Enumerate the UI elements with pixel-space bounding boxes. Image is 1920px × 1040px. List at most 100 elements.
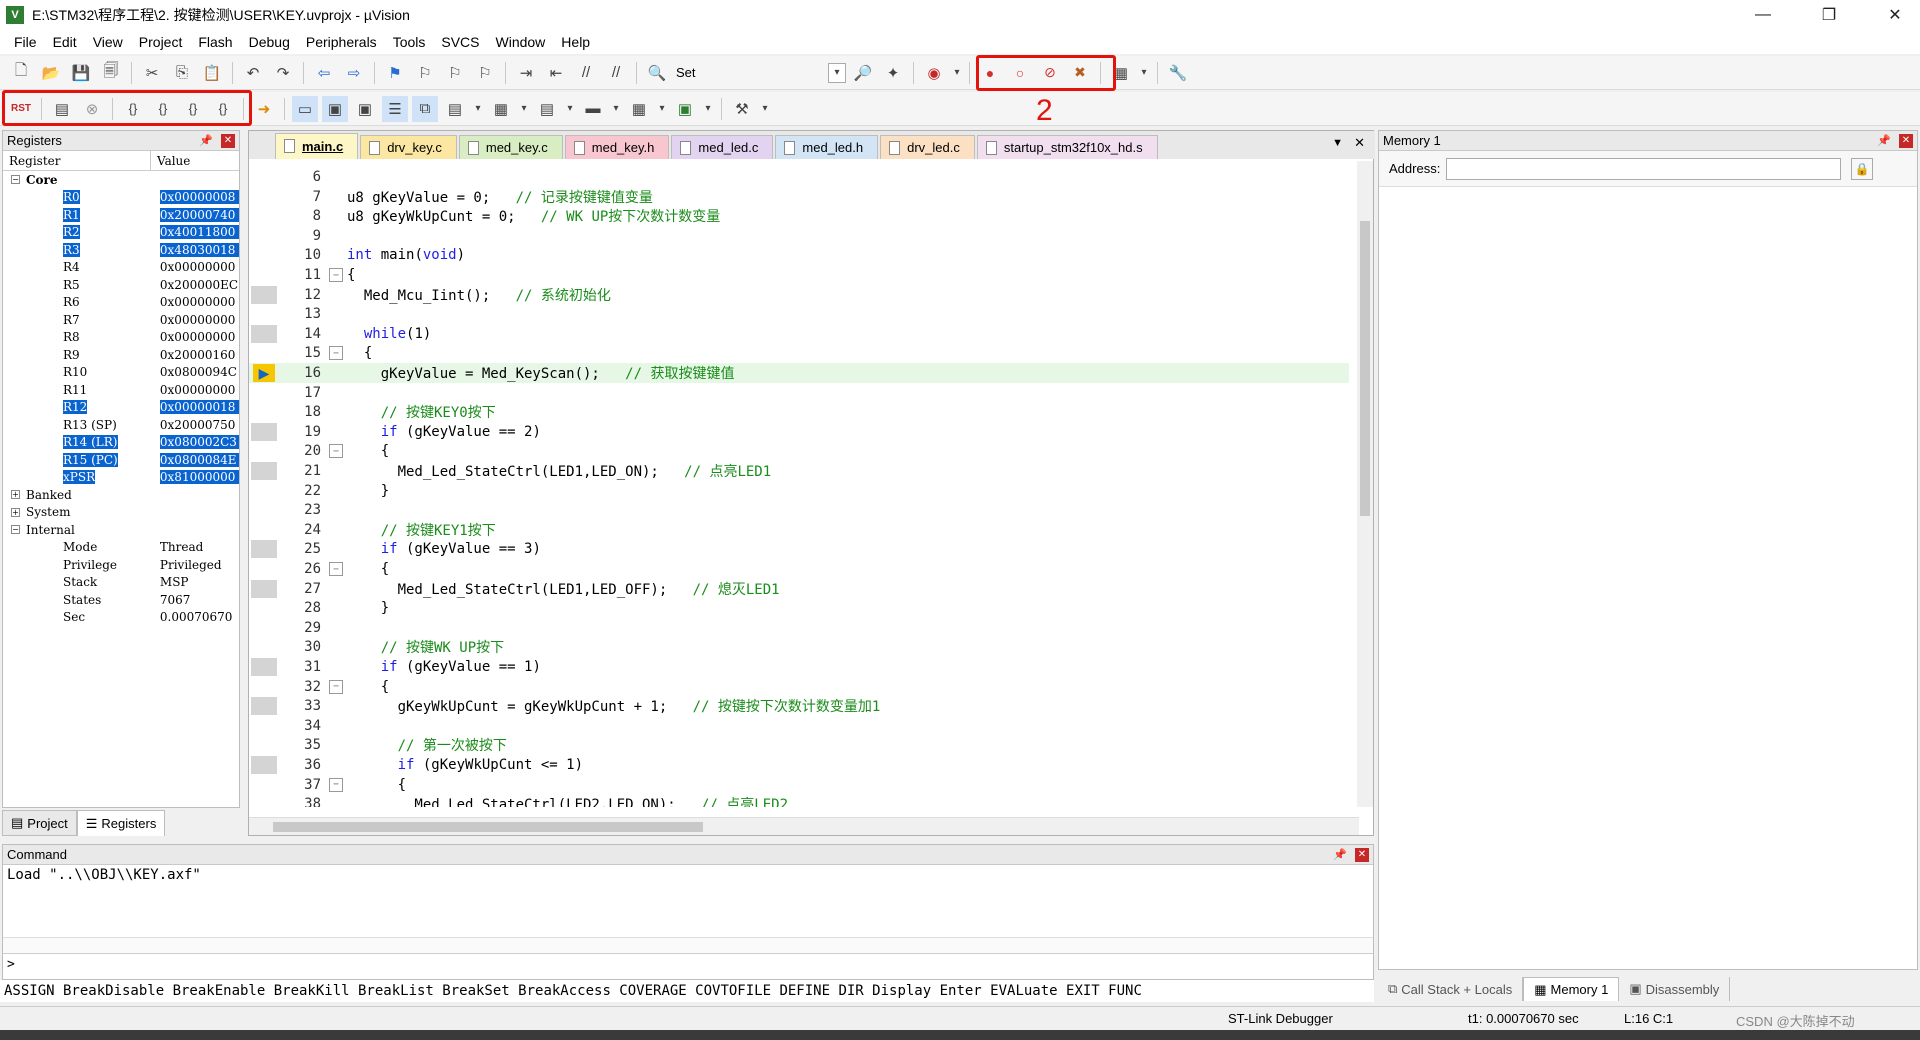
disassembly-window-icon[interactable]: ▣: [322, 95, 348, 122]
indent-icon[interactable]: ⇥: [513, 60, 539, 86]
lock-icon[interactable]: 🔒: [1851, 157, 1874, 180]
dropdown-arrow-icon[interactable]: ▾: [564, 96, 576, 122]
menu-debug[interactable]: Debug: [241, 34, 298, 50]
register-row[interactable]: R1 0x20000740: [3, 206, 239, 224]
code-line[interactable]: 26− {: [249, 559, 1349, 579]
register-row[interactable]: R11 0x00000000: [3, 381, 239, 399]
register-value[interactable]: 0x0800094C: [160, 365, 239, 379]
register-row[interactable]: R12 0x00000018: [3, 399, 239, 417]
internal-row[interactable]: Sec 0.00070670: [3, 609, 239, 627]
internal-row[interactable]: Stack MSP: [3, 574, 239, 592]
code-line[interactable]: 6: [249, 167, 1349, 187]
dropdown-arrow-icon[interactable]: ▾: [518, 96, 530, 122]
close-icon[interactable]: ✕: [1355, 847, 1369, 862]
register-value[interactable]: 0x20000740: [159, 207, 239, 222]
close-button[interactable]: ✕: [1872, 0, 1918, 30]
file-tab[interactable]: med_key.h: [564, 135, 670, 159]
pin-icon[interactable]: 📌: [1877, 134, 1891, 147]
memory-window-icon[interactable]: ▦: [488, 96, 514, 122]
dropdown-arrow-icon[interactable]: ▾: [610, 96, 622, 122]
register-value[interactable]: 0x48030018: [159, 242, 239, 257]
code-line[interactable]: 22 }: [249, 481, 1349, 501]
register-value[interactable]: 0x00000000: [160, 260, 239, 274]
close-icon[interactable]: ✕: [1899, 133, 1913, 148]
code-line[interactable]: 28 }: [249, 598, 1349, 618]
register-row[interactable]: R6 0x00000000: [3, 294, 239, 312]
fold-collapse-icon[interactable]: −: [329, 444, 343, 459]
collapse-icon[interactable]: −: [11, 175, 20, 185]
file-tab[interactable]: main.c: [275, 133, 359, 159]
find-icon[interactable]: 🔎: [850, 60, 876, 86]
code-line[interactable]: 38 Med_Led_StateCtrl(LED2,LED_ON); // 点亮…: [249, 794, 1349, 807]
menu-edit[interactable]: Edit: [45, 34, 85, 50]
register-value[interactable]: 0x00000008: [159, 190, 239, 205]
register-row[interactable]: R3 0x48030018: [3, 241, 239, 259]
maximize-button[interactable]: ❐: [1806, 0, 1852, 30]
tab-memory[interactable]: ▦ Memory 1: [1523, 977, 1620, 1001]
tab-call-stack[interactable]: ⧉ Call Stack + Locals: [1378, 977, 1524, 1001]
horizontal-scrollbar[interactable]: [249, 817, 1359, 835]
file-tab[interactable]: med_key.c: [458, 135, 563, 159]
file-tab[interactable]: drv_led.c: [880, 135, 975, 159]
save-icon[interactable]: 💾: [68, 60, 94, 86]
register-value[interactable]: 0x080002C3: [159, 435, 239, 450]
dropdown-arrow-icon[interactable]: ▾: [472, 96, 484, 122]
register-value[interactable]: 0x40011800: [159, 225, 239, 240]
register-row[interactable]: R15 (PC) 0x0800084E: [3, 451, 239, 469]
code-line[interactable]: 37− {: [249, 775, 1349, 795]
internal-row[interactable]: Mode Thread: [3, 539, 239, 557]
menu-svcs[interactable]: SVCS: [433, 34, 487, 50]
register-value[interactable]: 0x20000160: [160, 348, 239, 362]
tab-registers[interactable]: ☰ Registers: [76, 810, 166, 836]
copy-icon[interactable]: ⎘: [169, 60, 195, 86]
code-line[interactable]: 29: [249, 618, 1349, 638]
scroll-thumb[interactable]: [273, 822, 703, 832]
code-line[interactable]: 35 // 第一次被按下: [249, 735, 1349, 755]
tab-list-dropdown-icon[interactable]: ▼: [1332, 137, 1343, 149]
redo-icon[interactable]: ↷: [270, 60, 296, 86]
toolbox-icon[interactable]: ⚒: [729, 96, 755, 122]
uncomment-icon[interactable]: //: [603, 60, 629, 86]
code-line[interactable]: 7 u8 gKeyValue = 0; // 记录按键键值变量: [249, 187, 1349, 207]
menu-flash[interactable]: Flash: [190, 34, 240, 50]
new-file-icon[interactable]: 🗋: [8, 60, 34, 86]
paste-icon[interactable]: 📋: [199, 60, 225, 86]
file-tab[interactable]: med_led.h: [775, 135, 879, 159]
code-line[interactable]: 19 if (gKeyValue == 2): [249, 422, 1349, 442]
dropdown-arrow-icon[interactable]: ▾: [702, 96, 714, 122]
command-input[interactable]: [18, 955, 1373, 974]
registers-window-icon[interactable]: ☰: [382, 95, 408, 122]
system-viewer-icon[interactable]: ▣: [672, 96, 698, 122]
fold-collapse-icon[interactable]: −: [329, 268, 343, 282]
call-stack-window-icon[interactable]: ⧉: [412, 95, 438, 122]
undo-icon[interactable]: ↶: [240, 60, 266, 86]
register-value[interactable]: 0x00000018: [159, 400, 239, 415]
register-value[interactable]: 0x00000000: [160, 313, 239, 327]
menu-file[interactable]: File: [6, 34, 45, 50]
dropdown-arrow-icon[interactable]: ▾: [759, 96, 771, 122]
address-input[interactable]: [1446, 157, 1842, 180]
fold-collapse-icon[interactable]: −: [329, 777, 343, 792]
code-line[interactable]: 32− {: [249, 677, 1349, 697]
dropdown-arrow-icon[interactable]: ▾: [828, 62, 846, 83]
code-line[interactable]: 13: [249, 304, 1349, 324]
incremental-find-icon[interactable]: ✦: [880, 60, 906, 86]
register-row[interactable]: R9 0x20000160: [3, 346, 239, 364]
fold-collapse-icon[interactable]: −: [329, 679, 343, 694]
code-area[interactable]: 6 7 u8 gKeyValue = 0; // 记录按键键值变量 8 u8 gKeyW…: [249, 161, 1359, 807]
register-row[interactable]: R5 0x200000EC: [3, 276, 239, 294]
register-row[interactable]: R14 (LR) 0x080002C3: [3, 434, 239, 452]
collapse-icon[interactable]: −: [11, 525, 20, 535]
start-stop-debug-icon[interactable]: ◉: [921, 60, 947, 86]
menu-window[interactable]: Window: [488, 34, 554, 50]
menu-project[interactable]: Project: [131, 34, 191, 50]
code-line[interactable]: 30 // 按键WK UP按下: [249, 637, 1349, 657]
dropdown-arrow-icon[interactable]: ▾: [656, 96, 668, 122]
code-line[interactable]: 9: [249, 226, 1349, 246]
tree-group-internal[interactable]: − Internal: [3, 521, 239, 539]
code-line[interactable]: 20− {: [249, 441, 1349, 461]
tab-disassembly[interactable]: ▣ Disassembly: [1619, 977, 1731, 1001]
code-line[interactable]: 33 gKeyWkUpCunt = gKeyWkUpCunt + 1; // 按…: [249, 696, 1349, 716]
tab-project[interactable]: ▤ Project: [2, 810, 77, 836]
file-tab[interactable]: drv_key.c: [360, 135, 457, 159]
